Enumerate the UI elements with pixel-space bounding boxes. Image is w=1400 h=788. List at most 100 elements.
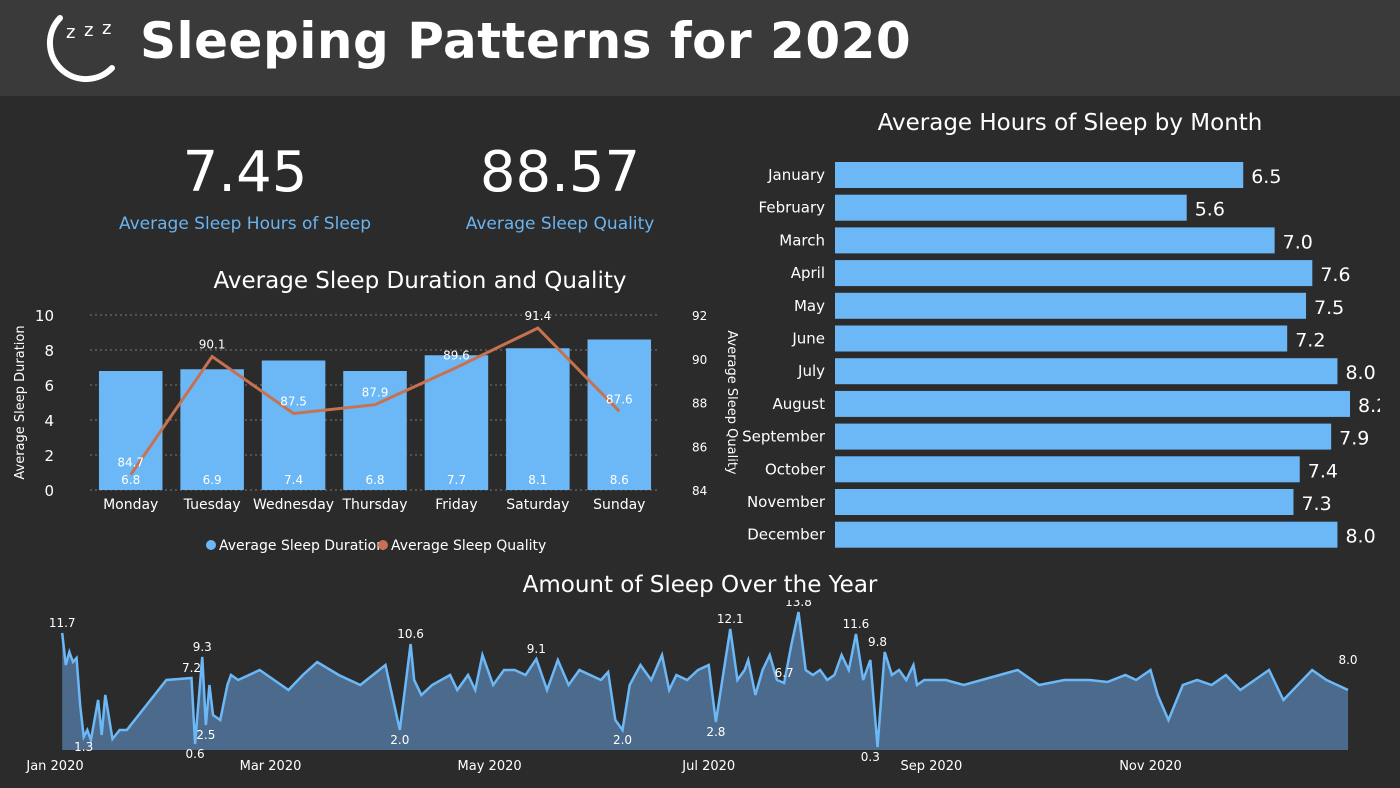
y2-tick-label: 86 bbox=[692, 440, 707, 454]
moon-sleep-icon: z z z bbox=[46, 15, 115, 83]
point-label: 9.8 bbox=[868, 635, 887, 649]
y2-tick-label: 90 bbox=[692, 353, 707, 367]
bar-value-label: 8.6 bbox=[610, 473, 629, 487]
point-label: 1.3 bbox=[74, 740, 93, 754]
month-bar bbox=[835, 358, 1338, 385]
bar bbox=[261, 360, 326, 490]
line-value-label: 87.5 bbox=[280, 394, 307, 408]
month-bar bbox=[835, 456, 1300, 483]
chart-title-month: Average Hours of Sleep by Month bbox=[877, 110, 1263, 136]
month-label: November bbox=[747, 493, 826, 511]
month-bar bbox=[835, 227, 1275, 254]
month-label: October bbox=[765, 460, 826, 478]
month-bar bbox=[835, 292, 1307, 319]
month-bar bbox=[835, 162, 1244, 188]
point-label: 8.0 bbox=[1338, 653, 1357, 667]
month-value-label: 7.2 bbox=[1295, 330, 1325, 352]
point-label: 0.3 bbox=[861, 750, 880, 764]
y2-axis-label: Average Sleep Quality bbox=[724, 330, 739, 475]
month-value-label: 8.2 bbox=[1358, 395, 1380, 417]
x-tick-label: Tuesday bbox=[183, 497, 241, 513]
month-label: May bbox=[794, 297, 825, 315]
kpi-avg-sleep-hours-value: 7.45 bbox=[182, 140, 308, 205]
month-value-label: 7.5 bbox=[1314, 297, 1344, 319]
point-label: 10.6 bbox=[397, 627, 424, 641]
svg-text:z: z bbox=[66, 22, 75, 43]
point-label: 7.2 bbox=[182, 661, 201, 675]
month-value-label: 7.3 bbox=[1301, 493, 1331, 515]
y-tick-label: 10 bbox=[35, 307, 54, 325]
point-label: 6.7 bbox=[775, 666, 794, 680]
point-label: 9.3 bbox=[193, 640, 212, 654]
x-tick-label: Thursday bbox=[341, 497, 407, 513]
point-label: 11.6 bbox=[843, 617, 870, 631]
month-value-label: 6.5 bbox=[1251, 166, 1281, 188]
bar-value-label: 6.9 bbox=[203, 473, 222, 487]
line-value-label: 90.1 bbox=[199, 338, 226, 352]
svg-text:z: z bbox=[84, 20, 93, 41]
x-tick-label: Sunday bbox=[593, 497, 645, 513]
bar-value-label: 8.1 bbox=[528, 473, 547, 487]
month-label: February bbox=[759, 199, 826, 217]
chart-title-year: Amount of Sleep Over the Year bbox=[522, 572, 878, 598]
svg-text:z: z bbox=[102, 18, 111, 39]
month-value-label: 7.0 bbox=[1283, 231, 1313, 253]
month-label: September bbox=[742, 428, 826, 446]
weekday-combo-chart: 0 2 4 6 8 10 84 86 88 90 92 Average Sleep Duration A… bbox=[13, 307, 739, 554]
point-label: 2.8 bbox=[706, 725, 725, 739]
sleep-area bbox=[62, 612, 1349, 750]
bar bbox=[506, 348, 570, 490]
point-label: 12.1 bbox=[717, 612, 744, 626]
month-value-label: 8.0 bbox=[1345, 362, 1375, 384]
y2-tick-label: 88 bbox=[692, 397, 707, 411]
month-bar bbox=[835, 521, 1338, 548]
point-label: 9.1 bbox=[527, 642, 546, 656]
page-title: Sleeping Patterns for 2020 bbox=[140, 12, 912, 70]
x-tick-label: Sep 2020 bbox=[901, 759, 963, 774]
month-label: April bbox=[791, 264, 825, 282]
month-bar bbox=[835, 390, 1350, 417]
x-tick-label: Friday bbox=[435, 497, 477, 513]
x-tick-label: Nov 2020 bbox=[1119, 759, 1182, 774]
month-bar bbox=[835, 423, 1332, 450]
line-value-label: 87.9 bbox=[362, 386, 389, 400]
month-bar bbox=[835, 194, 1187, 221]
x-tick-label: Mar 2020 bbox=[240, 759, 302, 774]
kpi-avg-sleep-hours-label: Average Sleep Hours of Sleep bbox=[118, 214, 372, 234]
y-tick-label: 0 bbox=[44, 482, 54, 500]
legend-marker-duration bbox=[206, 540, 216, 550]
bar-value-label: 6.8 bbox=[365, 473, 384, 487]
month-value-label: 5.6 bbox=[1195, 199, 1225, 221]
month-label: July bbox=[797, 362, 825, 380]
y-tick-label: 8 bbox=[44, 342, 54, 360]
bar-value-label: 7.4 bbox=[284, 473, 303, 487]
year-area-chart: 11.7 1.3 7.2 0.6 9.3 2.5 2.0 10.6 9.1 2.0 2.8 12.1 6… bbox=[25, 600, 1357, 774]
month-label: August bbox=[773, 395, 826, 413]
month-label: January bbox=[767, 166, 825, 184]
x-tick-label: Jan 2020 bbox=[25, 759, 83, 774]
month-bar bbox=[835, 260, 1313, 287]
kpi-avg-sleep-quality-label: Average Sleep Quality bbox=[465, 214, 655, 234]
month-bar bbox=[835, 325, 1288, 352]
bar bbox=[587, 339, 652, 490]
chart-title-weekday: Average Sleep Duration and Quality bbox=[213, 268, 627, 294]
month-bar bbox=[835, 489, 1294, 515]
y-tick-label: 4 bbox=[44, 412, 54, 430]
month-value-label: 7.9 bbox=[1339, 428, 1369, 450]
bar-value-label: 7.7 bbox=[447, 473, 466, 487]
point-label: 2.0 bbox=[613, 733, 632, 747]
x-tick-label: Wednesday bbox=[253, 497, 334, 513]
point-label: 2.5 bbox=[196, 728, 215, 742]
line-value-label: 84.7 bbox=[117, 456, 144, 470]
y2-tick-label: 84 bbox=[692, 484, 707, 498]
month-value-label: 7.4 bbox=[1308, 460, 1338, 482]
legend-marker-quality bbox=[378, 540, 388, 550]
month-label: March bbox=[779, 231, 825, 249]
bar-value-label: 6.8 bbox=[121, 473, 140, 487]
point-label: 0.6 bbox=[186, 747, 205, 761]
header-bar: z z z Sleeping Patterns for 2020 bbox=[0, 0, 1400, 96]
line-value-label: 91.4 bbox=[524, 309, 551, 323]
y-axis-label: Average Sleep Duration bbox=[13, 325, 28, 479]
y2-tick-label: 92 bbox=[692, 309, 707, 323]
month-bar-chart: January 6.5 February 5.6 March 7.0 April 7.6 May… bbox=[742, 162, 1380, 548]
